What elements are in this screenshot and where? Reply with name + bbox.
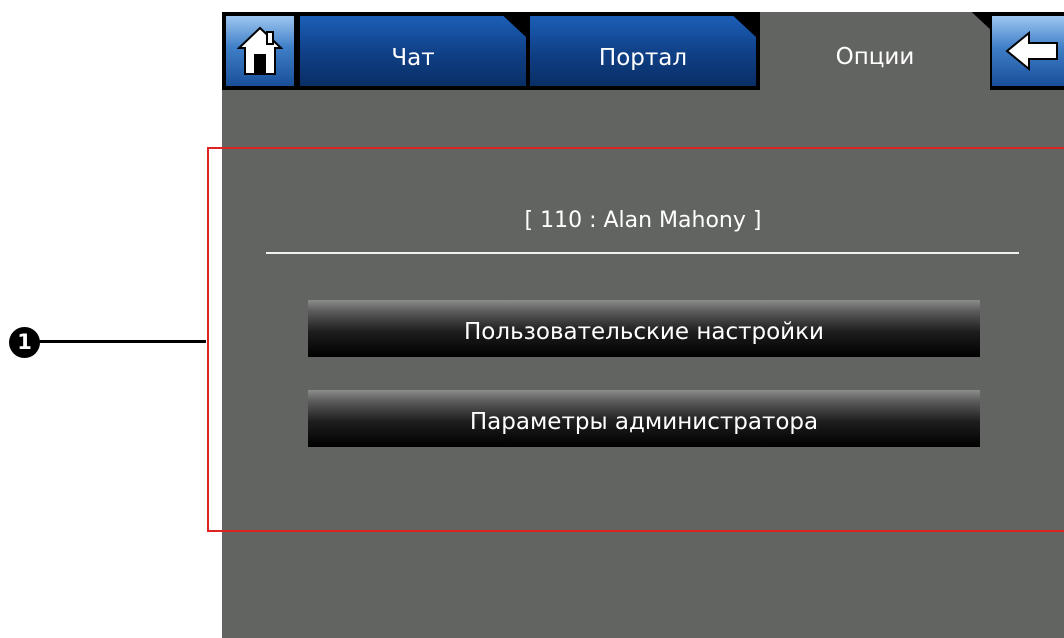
tab-chat[interactable]: Чат	[300, 16, 526, 86]
tab-bar: Чат Портал Опции	[222, 12, 1064, 90]
tab-portal[interactable]: Портал	[530, 16, 756, 86]
callout-leader-line	[38, 340, 206, 343]
tab-options-label: Опции	[835, 44, 915, 70]
tab-options[interactable]: Опции	[760, 12, 990, 90]
back-button[interactable]	[992, 16, 1064, 86]
home-button[interactable]	[226, 16, 294, 86]
callout-marker: 1	[9, 327, 40, 358]
tab-chat-label: Чат	[391, 45, 435, 71]
callout-number: 1	[17, 330, 32, 354]
arrow-left-icon	[1005, 31, 1058, 71]
house-icon	[237, 26, 283, 75]
highlight-frame	[207, 147, 1064, 532]
tab-portal-label: Портал	[598, 45, 688, 71]
